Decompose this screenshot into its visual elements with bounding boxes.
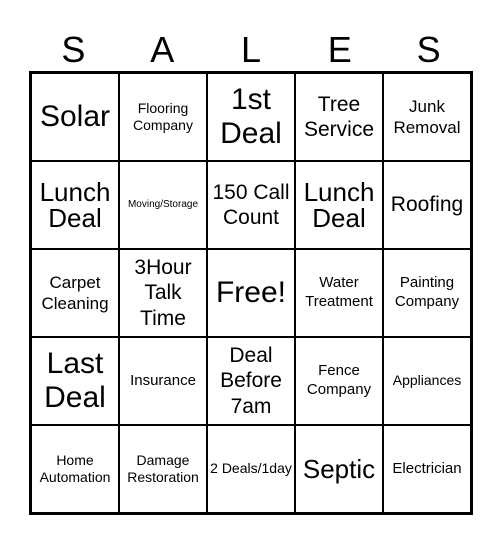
bingo-cell[interactable]: Last Deal [31, 337, 119, 425]
bingo-cell[interactable]: Flooring Company [119, 73, 207, 161]
bingo-cell[interactable]: Appliances [383, 337, 471, 425]
bingo-header: S A L E S [29, 28, 473, 72]
header-letter: E [327, 29, 352, 70]
bingo-cell[interactable]: Electrician [383, 425, 471, 513]
bingo-cell[interactable]: Lunch Deal [295, 161, 383, 249]
bingo-cell[interactable]: Insurance [119, 337, 207, 425]
bingo-cell[interactable]: Fence Company [295, 337, 383, 425]
bingo-grid: Solar Flooring Company 1st Deal Tree Ser… [29, 71, 473, 515]
header-letter: L [240, 29, 261, 70]
bingo-cell[interactable]: Junk Removal [383, 73, 471, 161]
bingo-cell[interactable]: Deal Before 7am [207, 337, 295, 425]
bingo-cell[interactable]: Home Automation [31, 425, 119, 513]
header-letter: S [61, 29, 86, 70]
bingo-cell[interactable]: 2 Deals/1day [207, 425, 295, 513]
bingo-cell[interactable]: Septic [295, 425, 383, 513]
bingo-cell[interactable]: Moving/Storage [119, 161, 207, 249]
bingo-cell[interactable]: Roofing [383, 161, 471, 249]
bingo-cell[interactable]: Damage Restoration [119, 425, 207, 513]
bingo-cell[interactable]: Carpet Cleaning [31, 249, 119, 337]
free-space[interactable]: Free! [207, 249, 295, 337]
bingo-cell[interactable]: 150 Call Count [207, 161, 295, 249]
bingo-cell[interactable]: Water Treatment [295, 249, 383, 337]
header-letter: S [416, 29, 441, 70]
bingo-cell[interactable]: 1st Deal [207, 73, 295, 161]
bingo-cell[interactable]: Solar [31, 73, 119, 161]
bingo-cell[interactable]: Tree Service [295, 73, 383, 161]
bingo-cell[interactable]: 3Hour Talk Time [119, 249, 207, 337]
bingo-cell[interactable]: Painting Company [383, 249, 471, 337]
header-letter: A [150, 29, 175, 70]
bingo-cell[interactable]: Lunch Deal [31, 161, 119, 249]
